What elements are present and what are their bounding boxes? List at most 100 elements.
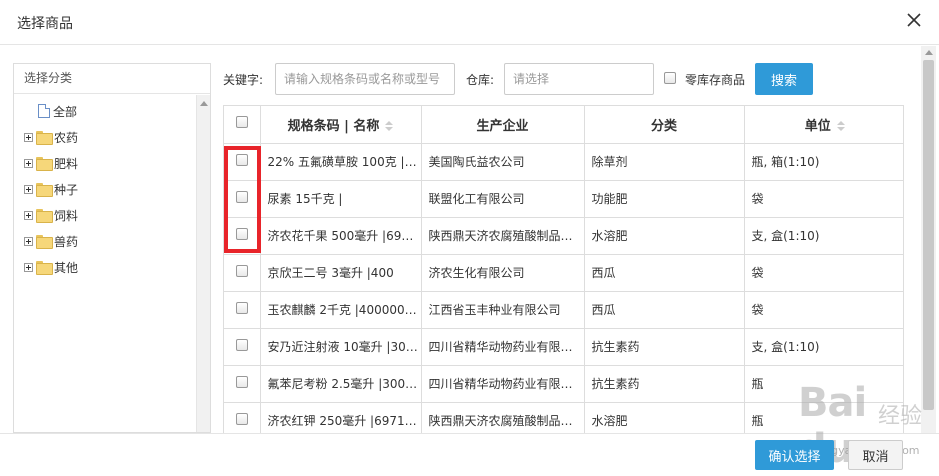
folder-icon [36,209,53,223]
table-row[interactable]: 氟苯尼考粉 2.5毫升 |300… 四川省精华动物药业有限… 抗生素药 瓶 [224,365,903,403]
cancel-button[interactable]: 取消 [848,440,903,470]
cell-unit: 支, 盒(1:10) [744,217,903,255]
category-panel-title: 选择分类 [14,64,210,94]
expand-icon[interactable] [24,210,33,220]
sort-icon[interactable] [836,121,845,132]
keyword-input[interactable] [275,63,455,95]
sort-icon[interactable] [385,121,394,132]
cell-manufacturer: 陕西鼎天济农腐殖酸制品… [421,402,585,433]
cell-unit: 袋 [744,254,903,292]
tree-item-pesticide[interactable]: 农药 [24,127,78,147]
tree-item-label: 农药 [54,130,79,145]
cell-category: 西瓜 [584,254,745,292]
cell-category: 功能肥 [584,180,745,218]
row-select-cell [224,328,261,366]
header-manufacturer: 生产企业 [421,106,585,144]
select-all-checkbox[interactable] [235,116,248,129]
row-select-cell [224,402,261,433]
header-code-name[interactable]: 规格条码 | 名称 [260,106,422,144]
cell-code-name: 济农花千果 500毫升 |697… [260,217,422,255]
row-checkbox[interactable] [235,376,248,388]
close-icon[interactable] [907,13,921,27]
tree-item-other[interactable]: 其他 [24,257,78,277]
row-select-cell [224,291,261,329]
cell-manufacturer: 联盟化工有限公司 [421,180,585,218]
header-label: 规格条码 | 名称 [287,118,380,134]
folder-icon [36,157,53,171]
cell-code-name: 玉农麒麟 2千克 |4000000… [260,291,422,329]
cell-manufacturer: 美国陶氏益农公司 [421,143,585,181]
product-table: 规格条码 | 名称 生产企业 分类 单位 22% 五氟磺草胺 100克 |2… … [223,105,904,433]
cell-code-name: 22% 五氟磺草胺 100克 |2… [260,143,422,181]
header-label: 分类 [650,118,677,134]
cell-category: 抗生素药 [584,365,745,403]
folder-icon [36,261,53,275]
row-checkbox[interactable] [235,413,248,425]
tree-item-label: 全部 [53,104,78,119]
expand-icon[interactable] [24,158,33,168]
dialog-title: 选择商品 [17,16,73,32]
cell-manufacturer: 四川省精华动物药业有限… [421,365,585,403]
expand-icon[interactable] [24,262,33,272]
checkbox-highlight-box [224,146,261,253]
cell-code-name: 济农红钾 250毫升 |69712… [260,402,422,433]
table-header-row: 规格条码 | 名称 生产企业 分类 单位 [224,106,903,144]
expand-icon[interactable] [24,132,33,142]
table-row[interactable]: 济农花千果 500毫升 |697… 陕西鼎天济农腐殖酸制品… 水溶肥 支, 盒(… [224,217,903,255]
tree-item-seed[interactable]: 种子 [24,179,78,199]
expand-icon[interactable] [24,236,33,246]
search-button[interactable]: 搜索 [755,63,813,95]
table-row[interactable]: 尿素 15千克 | 联盟化工有限公司 功能肥 袋 [224,180,903,218]
expand-icon[interactable] [24,184,33,194]
tree-item-label: 兽药 [54,234,79,249]
tree-scrollbar[interactable] [196,95,210,432]
tree-item-feed[interactable]: 饲料 [24,205,78,225]
dialog-header: 选择商品 [0,0,939,45]
header-unit[interactable]: 单位 [744,106,903,144]
scrollbar-thumb[interactable] [923,60,934,410]
table-row[interactable]: 安乃近注射液 10毫升 |30… 四川省精华动物药业有限… 抗生素药 支, 盒(… [224,328,903,366]
cell-manufacturer: 江西省玉丰种业有限公司 [421,291,585,329]
cell-category: 水溶肥 [584,217,745,255]
confirm-button[interactable]: 确认选择 [755,440,834,470]
table-row[interactable]: 京欣王二号 3毫升 |400 济农生化有限公司 西瓜 袋 [224,254,903,292]
dialog-scrollbar[interactable] [921,46,936,434]
zero-stock-checkbox[interactable] [664,72,676,84]
keyword-label: 关键字: [223,73,264,87]
row-select-cell [224,365,261,403]
row-select-cell [224,254,261,292]
folder-icon [36,131,53,145]
tree-item-label: 肥料 [54,156,79,171]
row-checkbox[interactable] [235,302,248,314]
cell-category: 西瓜 [584,291,745,329]
warehouse-label: 仓库: [466,73,495,87]
row-checkbox[interactable] [235,339,248,351]
cell-unit: 瓶 [744,365,903,403]
warehouse-select[interactable] [504,63,654,95]
tree-item-all[interactable]: 全部 [38,101,77,121]
cell-category: 除草剂 [584,143,745,181]
cell-code-name: 京欣王二号 3毫升 |400 [260,254,422,292]
table-row[interactable]: 玉农麒麟 2千克 |4000000… 江西省玉丰种业有限公司 西瓜 袋 [224,291,903,329]
tree-item-label: 饲料 [54,208,79,223]
folder-icon [36,235,53,249]
scroll-up-icon[interactable] [200,101,208,106]
cell-code-name: 氟苯尼考粉 2.5毫升 |300… [260,365,422,403]
table-row[interactable]: 22% 五氟磺草胺 100克 |2… 美国陶氏益农公司 除草剂 瓶, 箱(1:1… [224,143,903,181]
category-tree: 全部 农药 肥料 种子 饲料 兽药 其他 [14,95,197,432]
cell-manufacturer: 陕西鼎天济农腐殖酸制品… [421,217,585,255]
select-all-cell [224,106,261,144]
tree-item-vet-medicine[interactable]: 兽药 [24,231,78,251]
tree-item-fertilizer[interactable]: 肥料 [24,153,78,173]
cell-category: 水溶肥 [584,402,745,433]
cell-unit: 支, 盒(1:10) [744,328,903,366]
cell-unit: 袋 [744,180,903,218]
cell-code-name: 尿素 15千克 | [260,180,422,218]
row-checkbox[interactable] [235,265,248,277]
tree-item-label: 种子 [54,182,79,197]
cell-manufacturer: 济农生化有限公司 [421,254,585,292]
scroll-up-icon[interactable] [925,50,933,55]
zero-stock-label: 零库存商品 [685,73,746,87]
header-category: 分类 [584,106,745,144]
table-row[interactable]: 济农红钾 250毫升 |69712… 陕西鼎天济农腐殖酸制品… 水溶肥 瓶 [224,402,903,433]
